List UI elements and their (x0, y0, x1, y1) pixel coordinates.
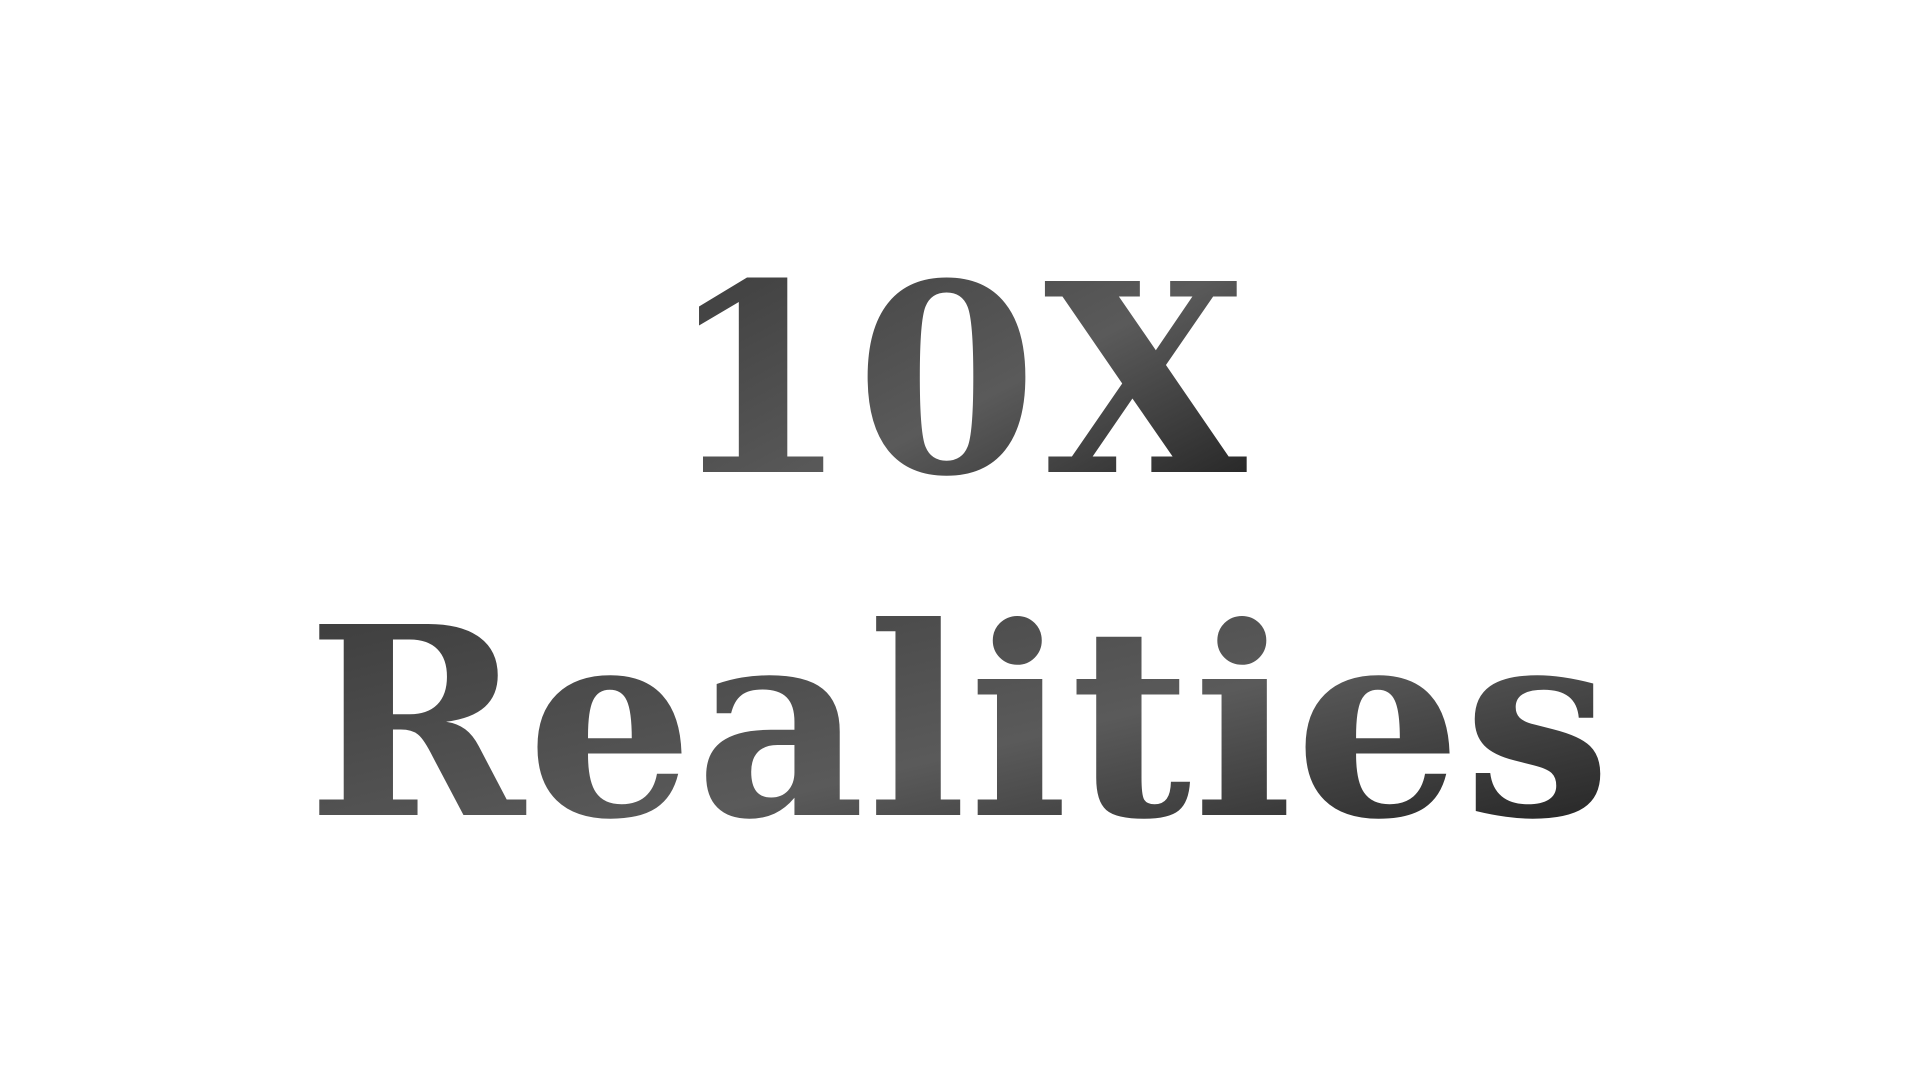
logo-canvas: 10X Realities (0, 0, 1920, 1080)
logo-line-2: Realities (307, 569, 1613, 877)
logo-graphic: 10X Realities (307, 226, 1613, 877)
logo-line-1: 10X (667, 226, 1253, 534)
